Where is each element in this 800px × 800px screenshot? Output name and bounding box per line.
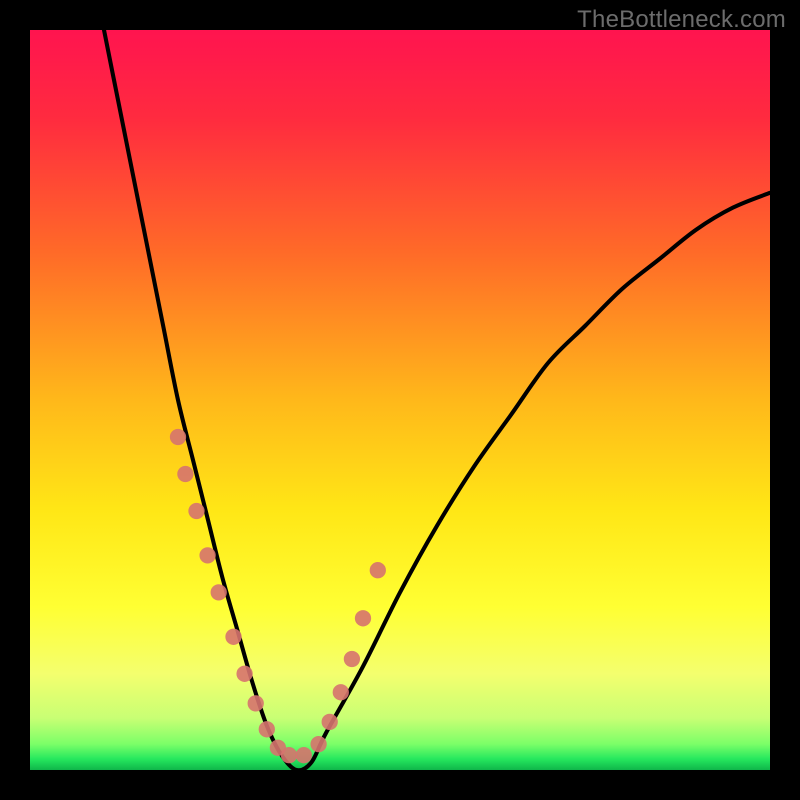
curve-marker [170, 429, 186, 445]
outer-frame: TheBottleneck.com [0, 0, 800, 800]
curve-marker [333, 684, 349, 700]
curve-marker [225, 629, 241, 645]
plot-area [30, 30, 770, 770]
curve-marker [188, 503, 204, 519]
curve-marker [344, 651, 360, 667]
bottleneck-curve-path [104, 30, 770, 770]
curve-marker [322, 714, 338, 730]
curve-marker [370, 562, 386, 578]
curve-marker [211, 584, 227, 600]
curve-marker [310, 736, 326, 752]
curve-marker [199, 547, 215, 563]
curve-layer [30, 30, 770, 770]
curve-marker [355, 610, 371, 626]
curve-marker [259, 721, 275, 737]
curve-marker [177, 466, 193, 482]
curve-marker [248, 695, 264, 711]
curve-marker [236, 666, 252, 682]
marker-group [170, 429, 386, 763]
curve-marker [296, 747, 312, 763]
curve-marker [281, 747, 297, 763]
